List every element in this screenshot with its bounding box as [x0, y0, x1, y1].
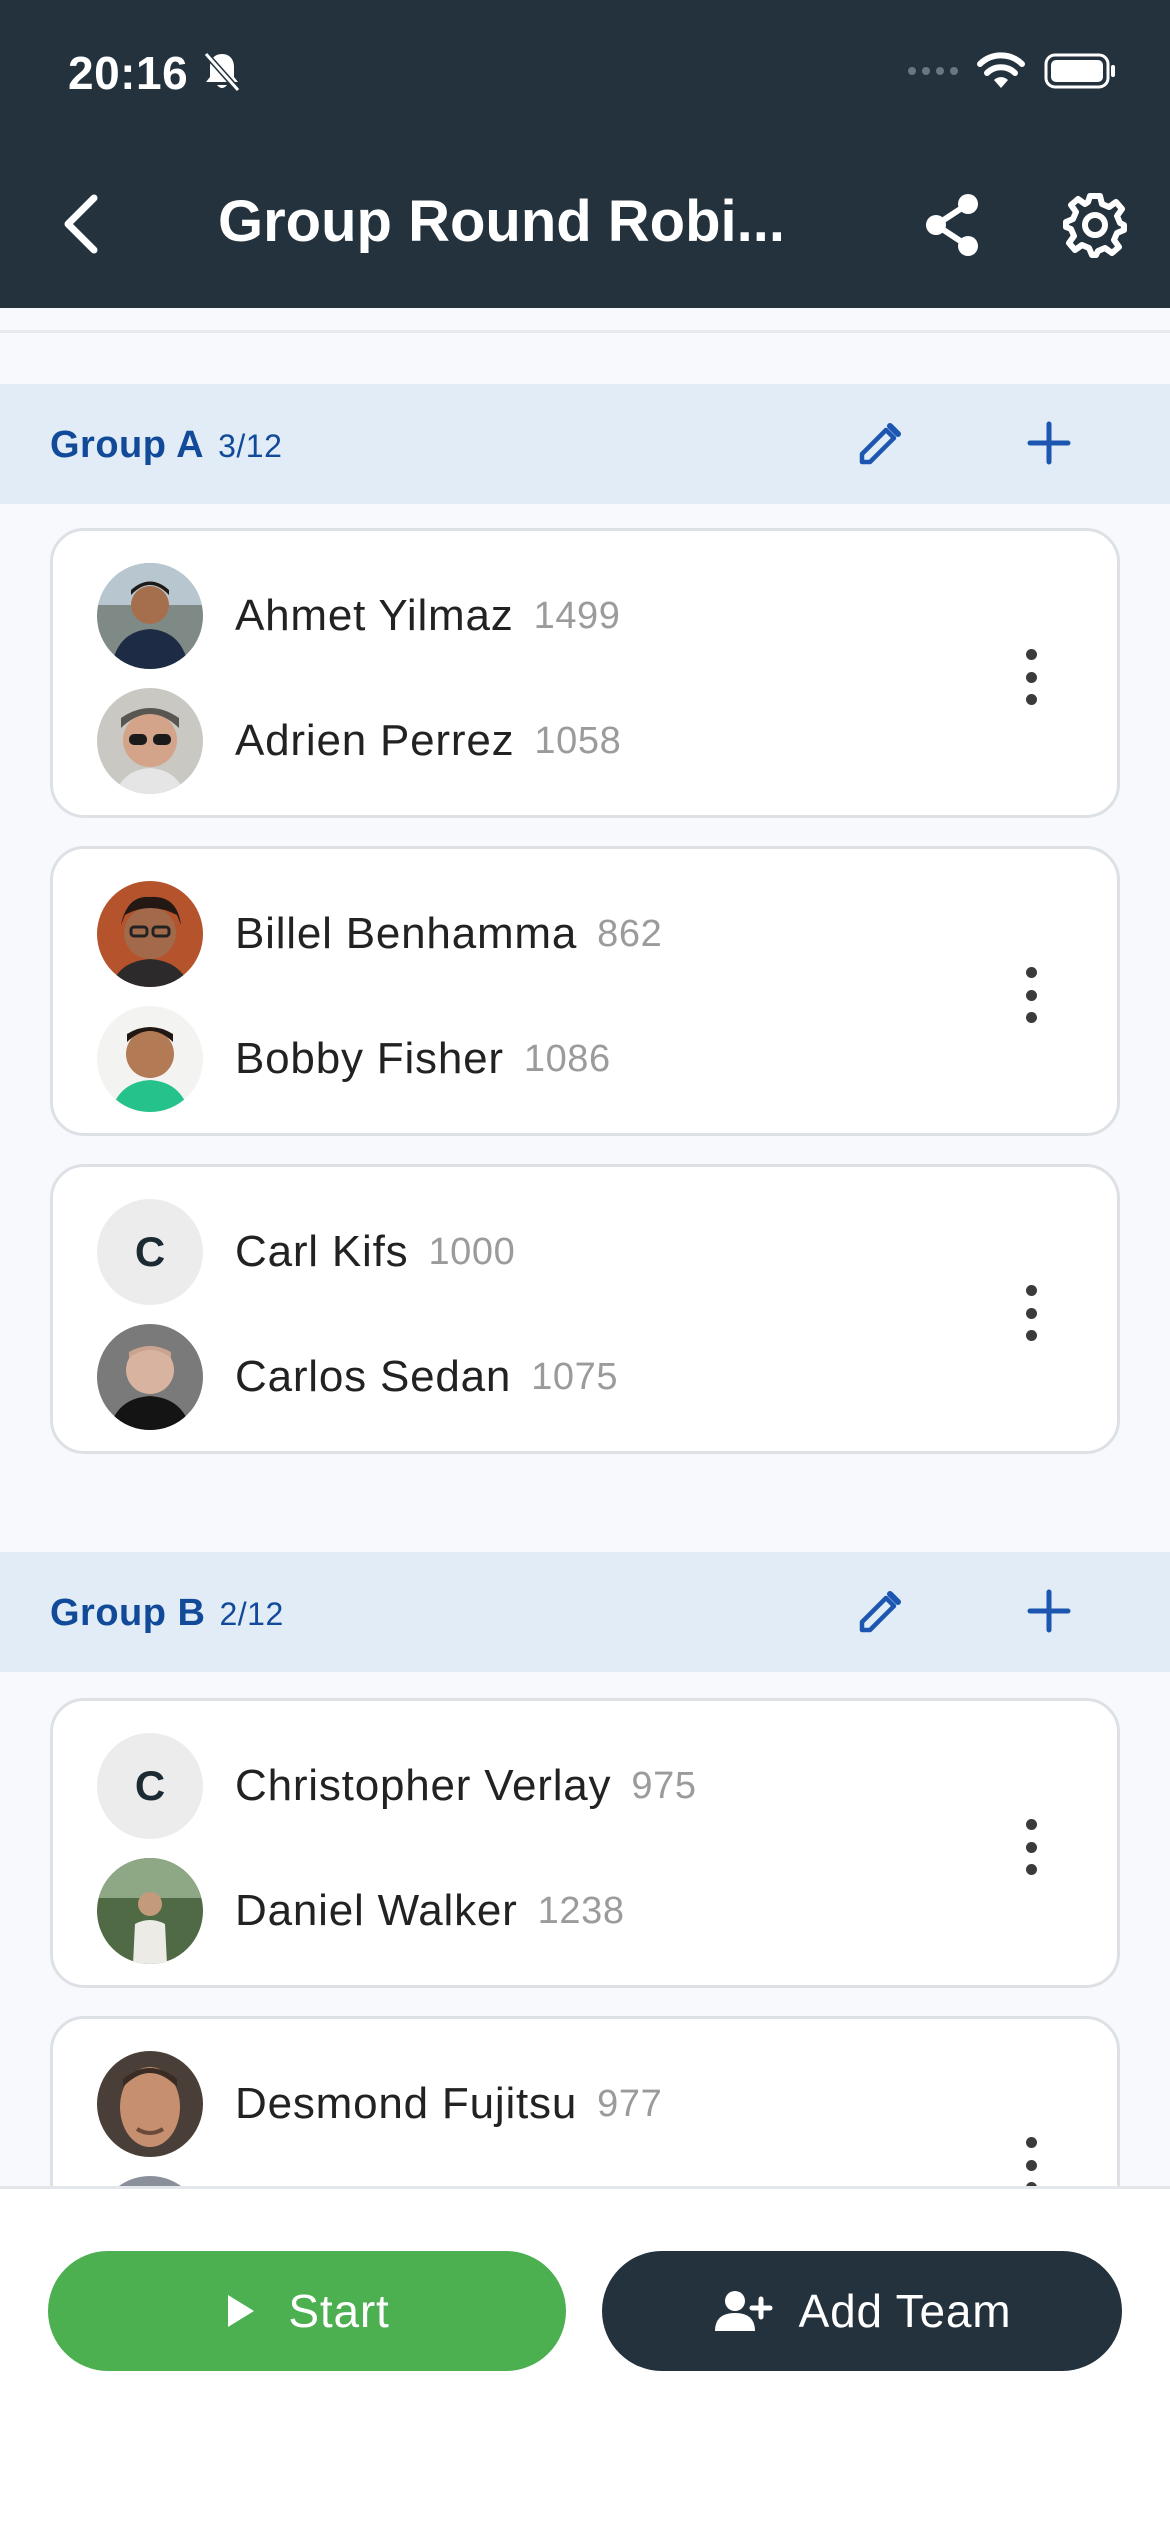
add-player-button[interactable]: [1024, 1586, 1074, 1641]
more-options-icon[interactable]: [1021, 967, 1041, 1023]
more-options-icon[interactable]: [1021, 1819, 1041, 1875]
player-name: Adrien Perrez: [235, 716, 515, 765]
group-b-header: Group B 2/12: [0, 1552, 1170, 1672]
player-rating: 1499: [533, 594, 621, 637]
player-name: Ahmet Yilmaz: [235, 591, 514, 640]
group-title: Group A 3/12: [50, 424, 282, 467]
player-row: C Christopher Verlay 975: [97, 1733, 697, 1839]
player-row: Adrien Perrez 1058: [97, 688, 621, 794]
page-title: Group Round Robi...: [218, 189, 786, 254]
player-row: Billel Benhamma 862: [97, 881, 662, 987]
status-bar: 20:16: [0, 0, 1170, 140]
add-person-icon: [714, 2291, 773, 2331]
battery-icon: [1044, 53, 1115, 89]
player-name: Billel Benhamma: [235, 909, 578, 958]
gear-icon[interactable]: [1062, 192, 1128, 263]
player-name: Christopher Verlay: [235, 1761, 612, 1810]
group-name: Group B: [50, 1592, 206, 1634]
back-arrow-icon[interactable]: [56, 192, 106, 261]
bottom-action-bar: Start Add Team: [0, 2186, 1170, 2532]
avatar: [97, 881, 203, 987]
player-name: Carl Kifs: [235, 1227, 409, 1276]
avatar: [97, 1006, 203, 1112]
start-button-label: Start: [288, 2285, 390, 2337]
player-row: Daniel Walker 1238: [97, 1858, 625, 1964]
player-name: Daniel Walker: [235, 1886, 518, 1935]
more-options-icon[interactable]: [1021, 2137, 1041, 2193]
edit-group-button[interactable]: [856, 1588, 904, 1641]
player-row: Carlos Sedan 1075: [97, 1324, 618, 1430]
share-icon[interactable]: [920, 192, 986, 263]
player-name: Bobby Fisher: [235, 1034, 504, 1083]
avatar-initial: C: [97, 1733, 203, 1839]
add-team-button[interactable]: Add Team: [602, 2251, 1122, 2371]
team-card[interactable]: Ahmet Yilmaz 1499 Adrien Perrez 1058: [50, 528, 1120, 818]
status-time: 20:16: [68, 47, 189, 99]
app-bar: Group Round Robi...: [0, 140, 1170, 308]
player-rating: 862: [597, 912, 663, 955]
signal-icon: [908, 67, 958, 75]
avatar: [97, 2051, 203, 2157]
wifi-icon: [977, 52, 1025, 88]
avatar: [97, 1858, 203, 1964]
player-name: Carlos Sedan: [235, 1352, 512, 1401]
player-rating: 1058: [534, 719, 622, 762]
pencil-icon: [859, 423, 901, 465]
group-title: Group B 2/12: [50, 1592, 284, 1635]
play-icon: [228, 2295, 255, 2327]
group-count: 2/12: [219, 1596, 284, 1632]
more-options-icon[interactable]: [1021, 649, 1041, 705]
edit-group-button[interactable]: [856, 420, 904, 473]
player-rating: 1238: [537, 1889, 625, 1932]
plus-icon: [1027, 1589, 1071, 1633]
more-options-icon[interactable]: [1021, 1285, 1041, 1341]
player-rating: 977: [597, 2082, 663, 2125]
content-divider: [0, 330, 1170, 333]
avatar: [97, 688, 203, 794]
add-player-button[interactable]: [1024, 418, 1074, 473]
player-row: C Carl Kifs 1000: [97, 1199, 515, 1305]
group-count: 3/12: [218, 428, 283, 464]
add-team-button-label: Add Team: [798, 2285, 1012, 2337]
group-a-header: Group A 3/12: [0, 384, 1170, 504]
avatar: [97, 1324, 203, 1430]
plus-icon: [1027, 421, 1071, 465]
player-name: Desmond Fujitsu: [235, 2079, 578, 2128]
player-row: Bobby Fisher 1086: [97, 1006, 611, 1112]
start-button[interactable]: Start: [48, 2251, 566, 2371]
group-name: Group A: [50, 424, 205, 466]
avatar-initial: C: [97, 1199, 203, 1305]
avatar: [97, 563, 203, 669]
player-rating: 1075: [531, 1355, 619, 1398]
player-rating: 1000: [428, 1230, 516, 1273]
player-row: Desmond Fujitsu 977: [97, 2051, 662, 2157]
bell-off-icon: [202, 50, 242, 99]
pencil-icon: [859, 1591, 901, 1633]
player-rating: 1086: [523, 1037, 611, 1080]
player-row: Ahmet Yilmaz 1499: [97, 563, 621, 669]
team-card[interactable]: C Carl Kifs 1000 Carlos Sedan 1075: [50, 1164, 1120, 1454]
team-card[interactable]: Billel Benhamma 862 Bobby Fisher 1086: [50, 846, 1120, 1136]
team-card[interactable]: C Christopher Verlay 975 Daniel Walker 1…: [50, 1698, 1120, 1988]
player-rating: 975: [631, 1764, 697, 1807]
